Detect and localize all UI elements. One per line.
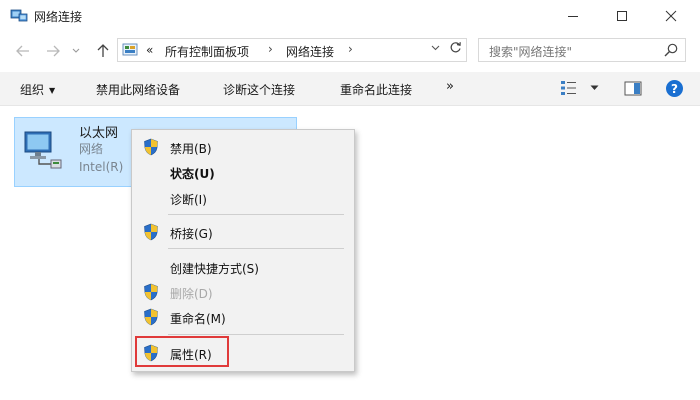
adapter-network-type: 网络 bbox=[79, 142, 104, 156]
menu-item-rename[interactable]: 重命名(M) bbox=[132, 306, 354, 328]
breadcrumb-separator[interactable]: › bbox=[348, 42, 353, 56]
back-button[interactable] bbox=[13, 41, 33, 61]
menu-item-create-shortcut[interactable]: 创建快捷方式(S) bbox=[132, 256, 354, 278]
recent-locations-dropdown[interactable] bbox=[70, 41, 82, 61]
address-bar[interactable]: « 所有控制面板项 › 网络连接 › bbox=[117, 38, 467, 62]
more-commands-button[interactable]: » bbox=[446, 79, 454, 94]
adapter-name: 以太网 bbox=[79, 126, 119, 141]
svg-text:?: ? bbox=[671, 82, 678, 96]
address-overflow[interactable]: « bbox=[146, 43, 153, 57]
up-button[interactable] bbox=[93, 41, 113, 61]
adapter-device: Intel(R) bbox=[79, 160, 124, 174]
change-view-icon[interactable] bbox=[560, 79, 578, 97]
menu-item-label: 创建快捷方式(S) bbox=[170, 262, 259, 276]
search-input[interactable]: 搜索"网络连接" bbox=[489, 43, 572, 60]
caret-down-icon: ▼ bbox=[49, 86, 56, 95]
organize-menu-button[interactable]: 组织 ▼ bbox=[20, 81, 55, 98]
forward-button[interactable] bbox=[43, 41, 63, 61]
navigation-bar: « 所有控制面板项 › 网络连接 › 搜索"网络连接" bbox=[0, 33, 700, 69]
menu-item-label: 桥接(G) bbox=[170, 227, 213, 241]
diagnose-connection-button[interactable]: 诊断这个连接 bbox=[223, 81, 295, 98]
uac-shield-icon bbox=[144, 283, 158, 301]
back-arrow-icon bbox=[16, 45, 29, 57]
close-button[interactable] bbox=[648, 0, 694, 32]
maximize-icon bbox=[617, 11, 627, 21]
minimize-button[interactable] bbox=[550, 0, 596, 32]
uac-shield-icon bbox=[144, 138, 158, 156]
menu-separator bbox=[168, 334, 344, 335]
close-icon bbox=[665, 10, 677, 22]
minimize-icon bbox=[568, 16, 578, 17]
network-connections-icon bbox=[10, 9, 28, 22]
menu-item-bridge[interactable]: 桥接(G) bbox=[132, 221, 354, 243]
properties-highlight-annotation bbox=[135, 336, 229, 367]
address-history-dropdown[interactable] bbox=[428, 43, 442, 57]
control-panel-icon bbox=[122, 43, 138, 56]
menu-item-label: 诊断(I) bbox=[170, 193, 207, 207]
disable-device-button[interactable]: 禁用此网络设备 bbox=[96, 81, 180, 98]
refresh-button[interactable] bbox=[446, 41, 464, 59]
chevron-down-icon bbox=[431, 45, 439, 51]
organize-label: 组织 bbox=[20, 83, 45, 97]
chevron-down-icon bbox=[72, 48, 80, 53]
menu-item-label: 状态(U) bbox=[170, 167, 215, 181]
uac-shield-icon bbox=[144, 308, 158, 326]
menu-separator bbox=[168, 248, 344, 249]
title-bar: 网络连接 bbox=[0, 0, 700, 32]
breadcrumb-separator[interactable]: › bbox=[268, 42, 273, 56]
breadcrumb-network-connections[interactable]: 网络连接 bbox=[286, 43, 334, 60]
maximize-button[interactable] bbox=[599, 0, 645, 32]
view-options-chevron-icon[interactable] bbox=[590, 85, 599, 91]
menu-item-label: 删除(D) bbox=[170, 287, 213, 301]
menu-item-diagnose[interactable]: 诊断(I) bbox=[132, 187, 354, 209]
menu-item-label: 禁用(B) bbox=[170, 142, 212, 156]
breadcrumb-control-panel-items[interactable]: 所有控制面板项 bbox=[165, 43, 249, 60]
menu-separator bbox=[168, 214, 344, 215]
search-icon[interactable] bbox=[663, 42, 679, 58]
menu-item-label: 重命名(M) bbox=[170, 312, 226, 326]
help-icon[interactable]: ? bbox=[665, 79, 684, 98]
forward-arrow-icon bbox=[47, 45, 60, 57]
command-bar: 组织 ▼ 禁用此网络设备 诊断这个连接 重命名此连接 » ? bbox=[0, 72, 700, 106]
menu-item-status[interactable]: 状态(U) bbox=[132, 161, 354, 183]
refresh-icon bbox=[450, 42, 461, 53]
preview-pane-icon[interactable] bbox=[624, 81, 642, 96]
menu-item-disable[interactable]: 禁用(B) bbox=[132, 136, 354, 158]
menu-item-delete: 删除(D) bbox=[132, 281, 354, 303]
rename-connection-button[interactable]: 重命名此连接 bbox=[340, 81, 412, 98]
ethernet-adapter-icon bbox=[24, 131, 62, 169]
window-title: 网络连接 bbox=[34, 10, 83, 24]
up-arrow-icon bbox=[97, 44, 109, 57]
search-box[interactable]: 搜索"网络连接" bbox=[478, 38, 686, 62]
uac-shield-icon bbox=[144, 223, 158, 241]
